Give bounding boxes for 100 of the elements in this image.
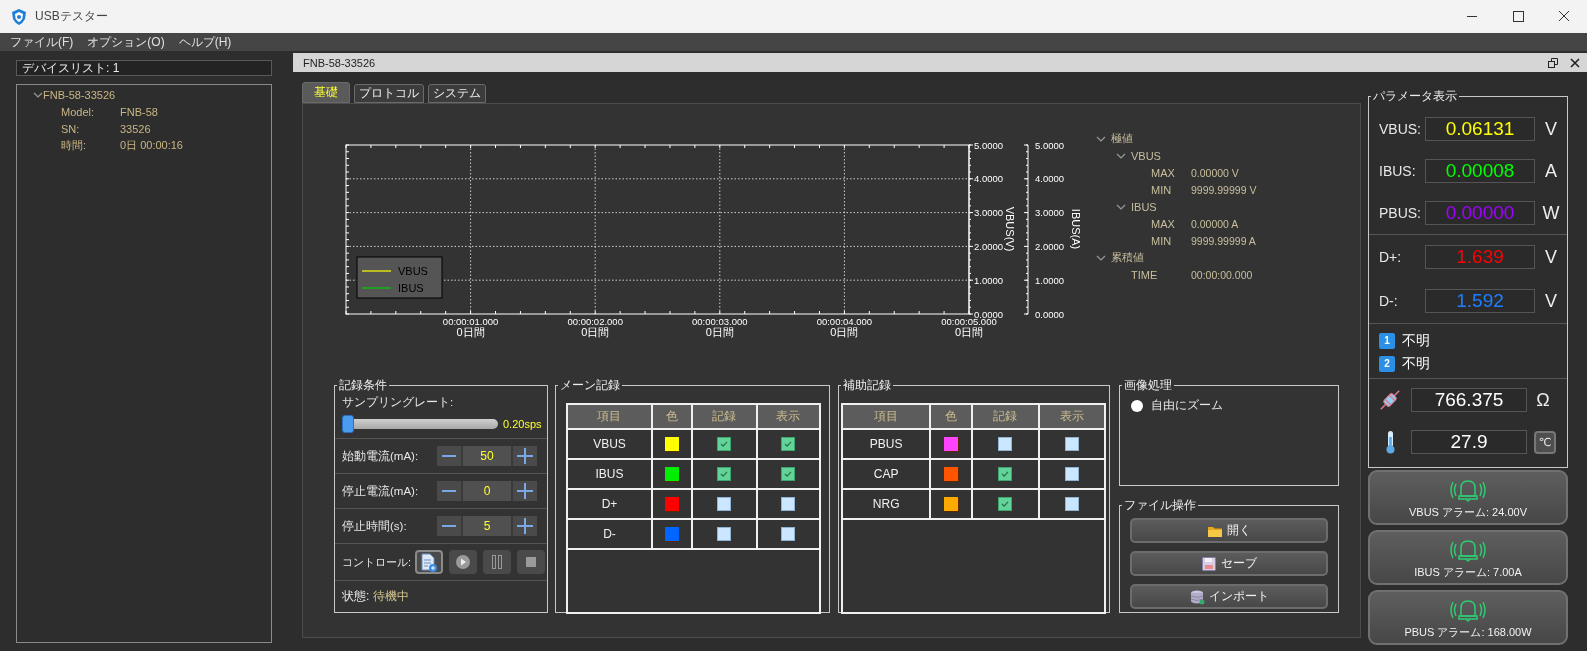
table-cell: IBUS bbox=[568, 459, 652, 489]
minus-icon[interactable] bbox=[437, 446, 461, 466]
checkbox[interactable] bbox=[717, 467, 732, 481]
reading-value: 766.375 bbox=[1411, 388, 1527, 412]
checkbox[interactable] bbox=[781, 437, 796, 451]
tree-label: SN: bbox=[61, 122, 80, 135]
tick-label: 2.0000 bbox=[974, 240, 1004, 252]
axis-title: IBUS(A) bbox=[1070, 208, 1082, 250]
play-button[interactable] bbox=[449, 550, 478, 574]
field-label: 停止時間(s): bbox=[342, 518, 408, 534]
unit-label: W bbox=[1541, 202, 1561, 224]
tree-label: MIN bbox=[1151, 234, 1172, 247]
tree-value: 9999.99999 A bbox=[1191, 234, 1256, 247]
tick-label: 00:00:03.000 0日間 bbox=[692, 316, 748, 338]
unit-button[interactable]: ℃ bbox=[1534, 430, 1556, 454]
pause-button[interactable] bbox=[483, 550, 512, 574]
minus-icon[interactable] bbox=[437, 516, 461, 536]
port-badge: 1 bbox=[1379, 332, 1395, 349]
column-header: 項目 bbox=[843, 405, 931, 429]
reading-label: IBUS: bbox=[1379, 163, 1417, 179]
number-field[interactable]: 50 bbox=[461, 446, 513, 466]
alarm-button[interactable]: IBUS アラーム: 7.00A bbox=[1368, 530, 1568, 585]
checkbox[interactable] bbox=[998, 497, 1013, 511]
close-icon[interactable] bbox=[1570, 57, 1580, 68]
number-field[interactable]: 5 bbox=[461, 516, 513, 536]
tick-label: 2.0000 bbox=[1035, 240, 1065, 252]
group-title: 補助記録 bbox=[842, 377, 892, 394]
reading-label: PBUS: bbox=[1379, 205, 1422, 221]
column-header: 色 bbox=[651, 405, 692, 429]
new-file-button[interactable] bbox=[415, 550, 444, 574]
restore-icon[interactable] bbox=[1548, 57, 1558, 68]
table-cell: PBUS bbox=[843, 429, 931, 459]
tree-label[interactable]: 極値 bbox=[1111, 131, 1133, 146]
tree-label[interactable]: 累積値 bbox=[1111, 250, 1144, 265]
tab[interactable]: システム bbox=[428, 84, 486, 103]
save-button[interactable]: セーブ bbox=[1130, 551, 1328, 576]
field-label: 始動電流(mA): bbox=[342, 448, 420, 464]
color-swatch[interactable] bbox=[944, 467, 959, 481]
alarm-button[interactable]: PBUS アラーム: 168.00W bbox=[1368, 590, 1568, 645]
tree-label: MAX bbox=[1151, 217, 1175, 230]
menu-item[interactable]: ヘルプ(H) bbox=[171, 34, 239, 50]
menu-item[interactable]: オプション(O) bbox=[80, 34, 172, 50]
port-status: 不明 bbox=[1402, 331, 1430, 350]
slider[interactable] bbox=[342, 415, 498, 433]
alarm-label: VBUS アラーム: 24.00V bbox=[1409, 504, 1527, 520]
color-swatch[interactable] bbox=[664, 497, 679, 511]
tab[interactable]: 基礎 bbox=[302, 82, 350, 103]
checkbox[interactable] bbox=[998, 467, 1013, 481]
field-label: サンプリングレート: bbox=[342, 394, 454, 410]
legend-label: IBUS bbox=[398, 281, 424, 294]
tick-label: 3.0000 bbox=[1035, 207, 1065, 219]
slider-value: 0.20sps bbox=[503, 418, 542, 430]
checkbox[interactable] bbox=[781, 527, 796, 541]
tree-value: FNB-58 bbox=[120, 105, 158, 118]
table-cell: VBUS bbox=[568, 429, 652, 459]
checkbox[interactable] bbox=[1065, 497, 1080, 511]
column-header: 記録 bbox=[971, 405, 1040, 429]
radio-button[interactable] bbox=[1131, 399, 1143, 412]
tick-label: 1.0000 bbox=[974, 274, 1004, 286]
checkbox[interactable] bbox=[717, 497, 732, 511]
plus-icon[interactable] bbox=[513, 446, 537, 466]
color-swatch[interactable] bbox=[664, 467, 679, 481]
group-title: 記録条件 bbox=[338, 377, 388, 394]
field-label: コントロール: bbox=[342, 554, 412, 570]
slider-thumb[interactable] bbox=[342, 415, 354, 433]
alarm-label: PBUS アラーム: 168.00W bbox=[1404, 624, 1532, 640]
menu-item[interactable]: ファイル(F) bbox=[3, 34, 81, 50]
checkbox[interactable] bbox=[1065, 467, 1080, 481]
color-swatch[interactable] bbox=[944, 497, 959, 511]
color-swatch[interactable] bbox=[664, 437, 679, 451]
column-header: 記録 bbox=[691, 405, 757, 429]
alarm-button[interactable]: VBUS アラーム: 24.00V bbox=[1368, 470, 1568, 525]
database-icon bbox=[1189, 588, 1205, 605]
field-label: 停止電流(mA): bbox=[342, 483, 420, 499]
tick-label: 00:00:04.000 0日間 bbox=[816, 316, 873, 338]
stop-button[interactable] bbox=[517, 550, 546, 574]
plus-icon[interactable] bbox=[513, 516, 537, 536]
checkbox[interactable] bbox=[717, 527, 732, 541]
color-swatch[interactable] bbox=[944, 437, 959, 451]
minus-icon[interactable] bbox=[437, 481, 461, 501]
checkbox[interactable] bbox=[781, 497, 796, 511]
plus-icon[interactable] bbox=[513, 481, 537, 501]
table-cell: D- bbox=[568, 519, 652, 549]
number-field[interactable]: 0 bbox=[461, 481, 513, 501]
tree-label[interactable]: VBUS bbox=[1131, 149, 1161, 162]
import-button[interactable]: インポート bbox=[1130, 584, 1328, 609]
tree-label[interactable]: FNB-58-33526 bbox=[43, 88, 116, 101]
resistor-icon bbox=[1377, 387, 1403, 413]
tree-label: TIME bbox=[1131, 268, 1158, 281]
tree-label[interactable]: IBUS bbox=[1131, 200, 1157, 213]
open-button[interactable]: 開く bbox=[1130, 518, 1328, 543]
checkbox[interactable] bbox=[717, 437, 732, 451]
checkbox[interactable] bbox=[781, 467, 796, 481]
tree-label: 時間: bbox=[61, 139, 87, 151]
checkbox[interactable] bbox=[998, 437, 1013, 451]
checkbox[interactable] bbox=[1065, 437, 1080, 451]
color-swatch[interactable] bbox=[664, 527, 679, 541]
tab[interactable]: プロトコル bbox=[354, 84, 424, 103]
radio-label[interactable]: 自由にズーム bbox=[1151, 397, 1223, 414]
column-header: 項目 bbox=[568, 405, 652, 429]
